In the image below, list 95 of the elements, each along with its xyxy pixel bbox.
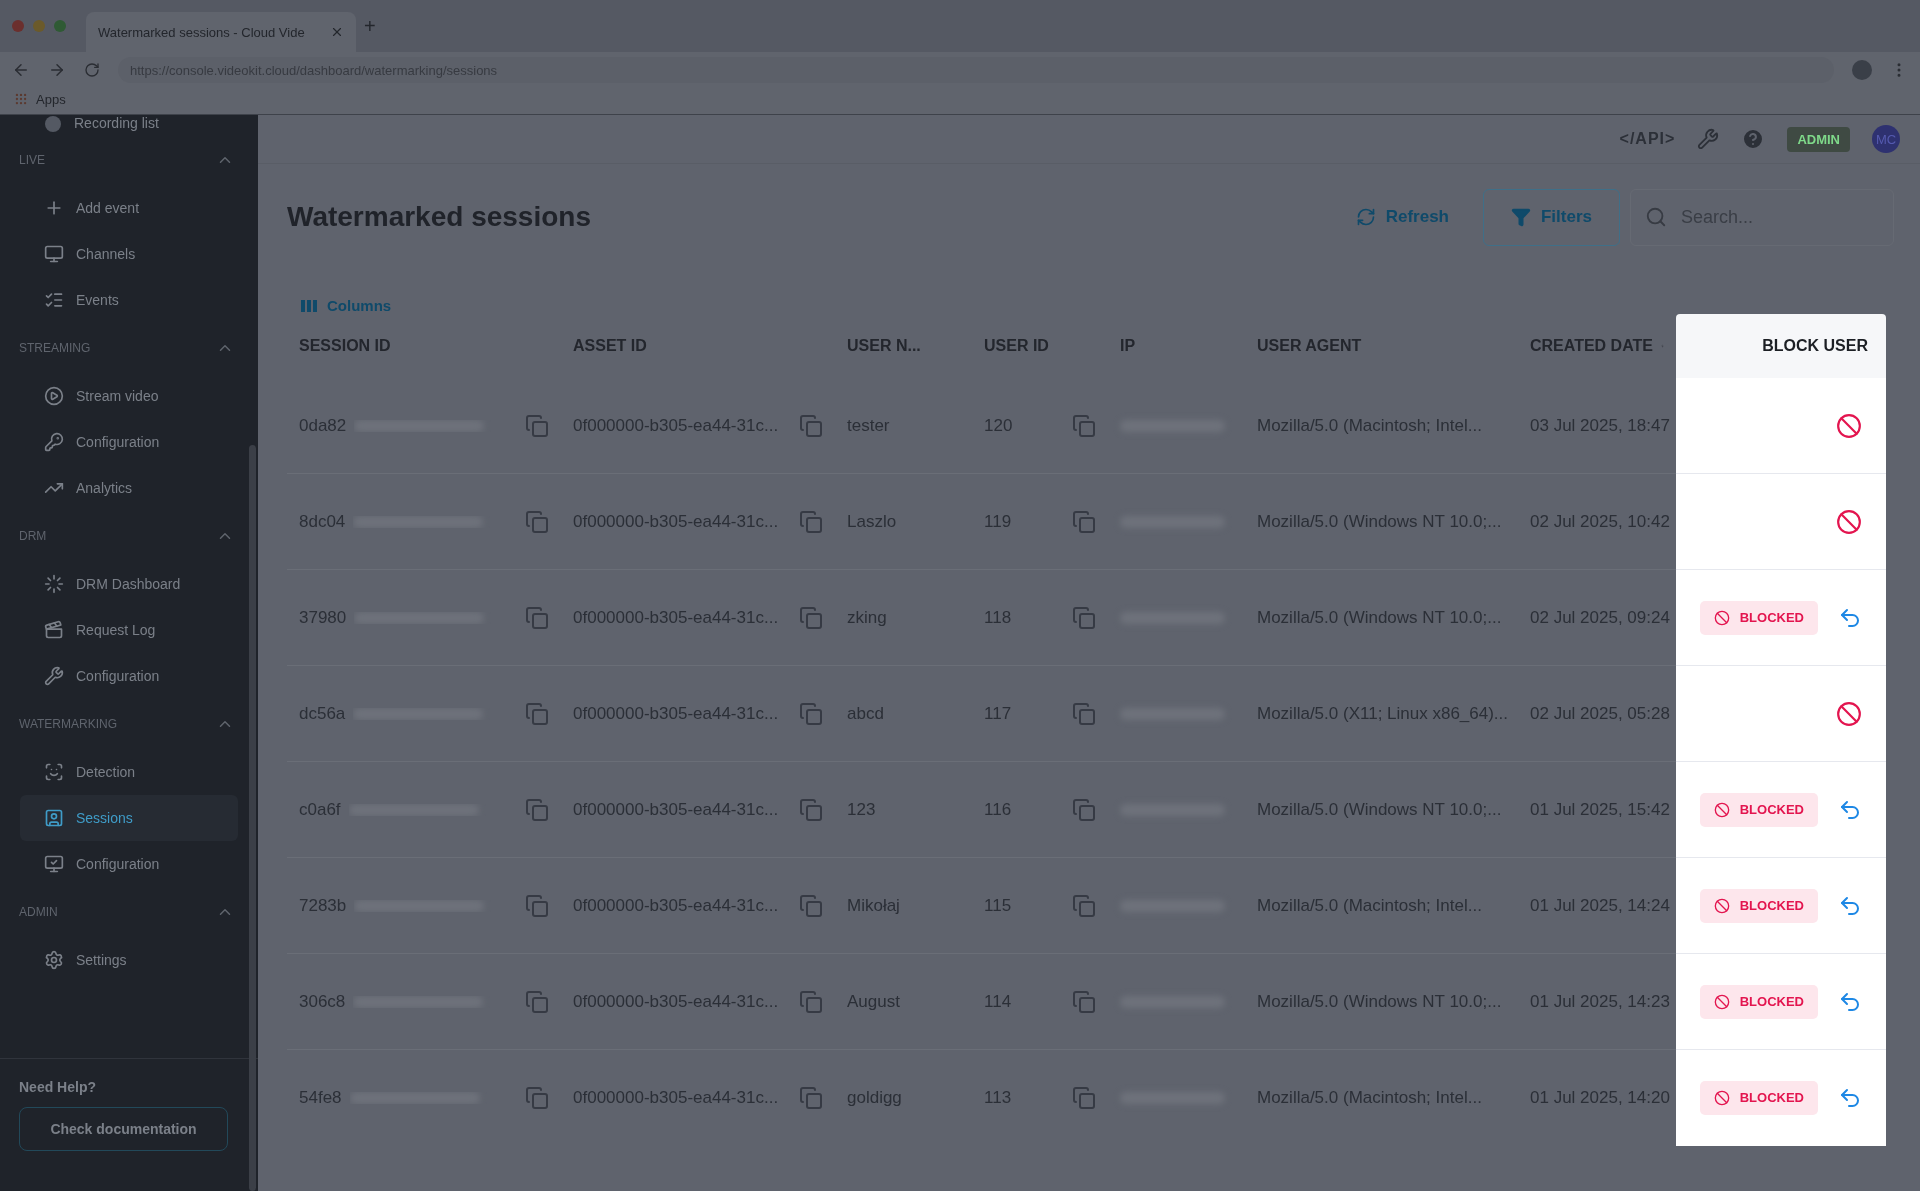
video-stack-icon: [44, 620, 64, 640]
user-card-icon: [44, 808, 64, 828]
sidebar-item[interactable]: Request Log: [20, 607, 238, 653]
sidebar-item[interactable]: Analytics: [20, 465, 238, 511]
forward-icon[interactable]: [48, 61, 66, 79]
sidebar-item[interactable]: Add event: [20, 185, 238, 231]
blocked-badge: BLOCKED: [1699, 984, 1818, 1019]
copy-icon[interactable]: [525, 605, 549, 630]
blocked-badge: BLOCKED: [1699, 1080, 1818, 1115]
copy-icon[interactable]: [1072, 605, 1096, 630]
refresh-icon: [1355, 207, 1376, 227]
column-header[interactable]: BLOCK USER: [1676, 314, 1886, 378]
columns-icon: [301, 298, 317, 313]
refresh-button[interactable]: Refresh: [1343, 207, 1461, 227]
apps-icon: [14, 92, 28, 106]
play-icon: [44, 386, 64, 406]
list-icon: [44, 290, 64, 310]
role-badge: ADMIN: [1787, 126, 1850, 152]
section-header[interactable]: ADMIN: [0, 887, 258, 937]
block-button[interactable]: [1836, 412, 1862, 439]
section-header[interactable]: LIVE: [0, 135, 258, 185]
close-icon[interactable]: [330, 25, 344, 39]
copy-icon[interactable]: [1072, 797, 1096, 822]
sidebar-item[interactable]: Sessions: [20, 795, 238, 841]
new-tab-button[interactable]: +: [364, 14, 376, 38]
sidebar-item[interactable]: Recording list: [20, 115, 238, 135]
page-title: Watermarked sessions: [287, 201, 592, 233]
sidebar-item[interactable]: Configuration: [20, 653, 238, 699]
sidebar-item[interactable]: Detection: [20, 749, 238, 795]
browser-tab[interactable]: Watermarked sessions - Cloud Vide: [86, 12, 356, 52]
sidebar-item[interactable]: Configuration: [20, 841, 238, 887]
documentation-button[interactable]: Check documentation: [19, 1107, 228, 1151]
blocked-badge: BLOCKED: [1699, 600, 1818, 635]
block-button[interactable]: [1836, 700, 1862, 727]
profile-icon[interactable]: [1852, 60, 1872, 80]
section-header[interactable]: DRM: [0, 511, 258, 561]
copy-icon[interactable]: [525, 413, 549, 438]
copy-icon[interactable]: [799, 413, 823, 438]
filters-button[interactable]: Filters: [1483, 188, 1620, 246]
column-header[interactable]: USER ID: [984, 337, 1049, 355]
sidebar-item[interactable]: Stream video: [20, 373, 238, 419]
face-scan-icon: [44, 762, 64, 782]
copy-icon[interactable]: [799, 989, 823, 1014]
sidebar-item[interactable]: Channels: [20, 231, 238, 277]
copy-icon[interactable]: [1072, 989, 1096, 1014]
copy-icon[interactable]: [525, 893, 549, 918]
copy-icon[interactable]: [1072, 413, 1096, 438]
copy-icon[interactable]: [799, 509, 823, 534]
copy-icon[interactable]: [799, 1085, 823, 1110]
settings-icon: [44, 950, 64, 970]
wrench-icon[interactable]: [1697, 128, 1720, 150]
search-icon: [1645, 206, 1667, 228]
sidebar-item[interactable]: Settings: [20, 937, 238, 983]
monitor-icon: [44, 854, 64, 874]
sidebar-item[interactable]: Configuration: [20, 419, 238, 465]
bookmark-link[interactable]: Apps: [36, 91, 66, 107]
close-window-icon[interactable]: [12, 20, 24, 32]
section-header[interactable]: WATERMARKING: [0, 699, 258, 749]
minimize-window-icon[interactable]: [33, 20, 45, 32]
copy-icon[interactable]: [525, 989, 549, 1014]
sidebar-item[interactable]: DRM Dashboard: [20, 561, 238, 607]
column-header[interactable]: USER N...: [847, 337, 921, 355]
copy-icon[interactable]: [525, 701, 549, 726]
help-title: Need Help?: [18, 1078, 97, 1097]
column-header[interactable]: IP: [1120, 337, 1136, 355]
scrollbar[interactable]: [249, 445, 256, 1191]
wrench-icon: [44, 666, 64, 686]
copy-icon[interactable]: [525, 509, 549, 534]
blocked-badge: BLOCKED: [1699, 792, 1818, 827]
copy-icon[interactable]: [1072, 1085, 1096, 1110]
maximize-window-icon[interactable]: [54, 20, 66, 32]
key-icon: [44, 432, 64, 452]
copy-icon[interactable]: [1072, 893, 1096, 918]
copy-icon[interactable]: [799, 893, 823, 918]
column-header[interactable]: CREATED DATE: [1530, 337, 1653, 355]
sidebar-item[interactable]: Events: [20, 277, 238, 323]
copy-icon[interactable]: [525, 797, 549, 822]
copy-icon[interactable]: [525, 1085, 549, 1110]
section-header[interactable]: STREAMING: [0, 323, 258, 373]
copy-icon[interactable]: [799, 797, 823, 822]
user-avatar[interactable]: MC: [1872, 125, 1900, 153]
filter-icon: [1511, 207, 1531, 227]
copy-icon[interactable]: [1072, 509, 1096, 534]
reload-icon[interactable]: [84, 62, 100, 78]
blocked-badge: BLOCKED: [1699, 888, 1818, 923]
columns-button[interactable]: Columns: [301, 297, 392, 314]
copy-icon[interactable]: [799, 605, 823, 630]
block-button[interactable]: [1836, 508, 1862, 535]
monitor-icon: [44, 244, 64, 264]
column-header[interactable]: SESSION ID: [299, 337, 391, 355]
copy-icon[interactable]: [799, 701, 823, 726]
copy-icon[interactable]: [1072, 701, 1096, 726]
column-header[interactable]: ASSET ID: [573, 337, 647, 355]
column-header[interactable]: USER AGENT: [1257, 337, 1362, 355]
back-icon[interactable]: [12, 61, 30, 79]
